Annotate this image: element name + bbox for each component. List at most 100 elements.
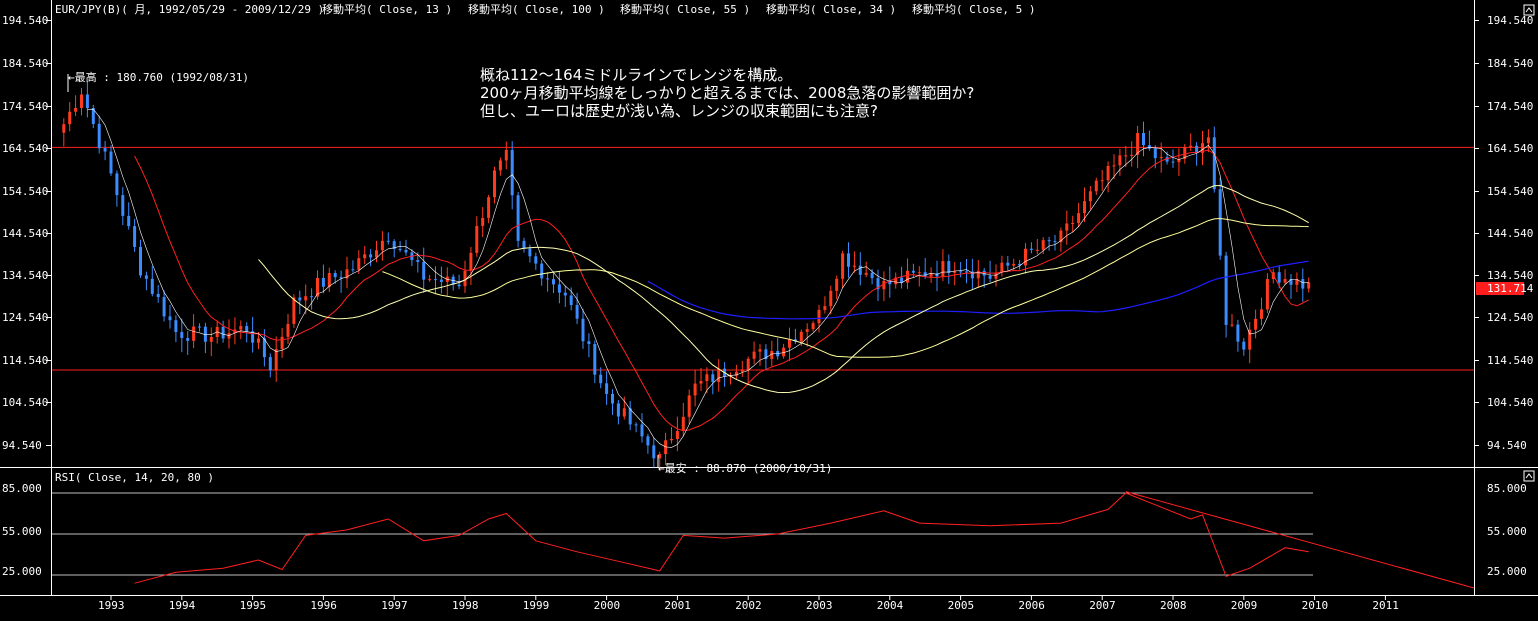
candle-body xyxy=(528,248,532,257)
price-tick-left: 184.540 xyxy=(2,57,48,70)
rsi-tick-left: 85.000 xyxy=(2,482,42,495)
candle-body xyxy=(162,297,166,317)
candle-body xyxy=(687,395,691,417)
candle-body xyxy=(563,292,567,296)
candle-body xyxy=(180,332,184,339)
price-tick-left: 144.540 xyxy=(2,227,48,240)
candle-body xyxy=(569,295,573,306)
candle-body xyxy=(150,278,154,294)
candle-body xyxy=(1088,191,1092,202)
candle-body xyxy=(1147,145,1151,149)
candle-body xyxy=(363,254,367,259)
rsi-tick-left: 55.000 xyxy=(2,525,42,538)
rsi-tick-right: 85.000 xyxy=(1487,482,1527,495)
candle-body xyxy=(498,160,502,171)
chart-stage: EUR/JPY(B)( 月, 1992/05/29 - 2009/12/29 )… xyxy=(0,0,1538,612)
candle-body xyxy=(805,329,809,332)
candle-body xyxy=(1236,324,1240,342)
candle-body xyxy=(221,326,225,339)
year-tick-label: 2010 xyxy=(1302,599,1329,612)
candle-body xyxy=(1094,180,1098,192)
candle-body xyxy=(68,111,72,125)
price-tick-right: 104.540 xyxy=(1487,396,1533,409)
candle-body xyxy=(1212,137,1216,190)
ma-series-line xyxy=(258,184,1309,394)
candle-body xyxy=(481,217,485,226)
candle-body xyxy=(634,424,638,426)
candle-body xyxy=(85,94,89,109)
candle-body xyxy=(675,431,679,439)
candle-body xyxy=(286,323,290,337)
candle-body xyxy=(1029,248,1033,250)
price-tick-left: 114.540 xyxy=(2,354,48,367)
candle-body xyxy=(870,272,874,279)
year-tick-label: 1993 xyxy=(98,599,125,612)
candle-body xyxy=(699,381,703,384)
candle-body xyxy=(746,358,750,370)
price-tick-right: 134.540 xyxy=(1487,269,1533,282)
price-tick-left: 94.540 xyxy=(2,439,42,452)
current-price-value: 131.714 xyxy=(1487,282,1534,295)
candle-body xyxy=(557,284,561,293)
price-tick-left: 124.540 xyxy=(2,311,48,324)
candle-body xyxy=(386,240,390,242)
candle-body xyxy=(717,368,721,382)
candle-body xyxy=(917,272,921,274)
candle-body xyxy=(62,124,66,133)
candle-body xyxy=(121,195,125,216)
year-tick-label: 2001 xyxy=(664,599,691,612)
candle-body xyxy=(616,403,620,417)
candle-body xyxy=(1047,240,1051,242)
rsi-panel-title: RSI( Close, 14, 20, 80 ) xyxy=(55,471,214,484)
candle-body xyxy=(841,253,845,279)
price-tick-left: 194.540 xyxy=(2,14,48,27)
candle-body xyxy=(847,253,850,267)
low-marker-label: ←最安 : 88.870 (2000/10/31) xyxy=(658,461,832,475)
candle-body xyxy=(1206,137,1210,144)
candle-body xyxy=(1112,165,1116,167)
candle-body xyxy=(1248,329,1252,350)
candle-body xyxy=(711,374,715,382)
candle-body xyxy=(186,338,190,341)
candle-body xyxy=(209,336,213,342)
candle-body xyxy=(575,305,579,319)
rsi-line xyxy=(134,492,1309,584)
year-tick-label: 1999 xyxy=(523,599,550,612)
candle-body xyxy=(1142,132,1145,146)
candle-body xyxy=(380,240,384,251)
candle-body xyxy=(1224,255,1228,325)
candle-body xyxy=(1059,230,1063,243)
rsi-axis-left: 85.000 55.000 25.000 xyxy=(2,482,42,578)
candle-body xyxy=(133,226,137,247)
year-tick-label: 2005 xyxy=(948,599,975,612)
candle-body xyxy=(1000,262,1004,273)
ma-label-5: 移動平均( Close, 5 ) xyxy=(912,2,1035,16)
candle-body xyxy=(74,107,78,112)
high-marker-label: ←最高 : 180.760 (1992/08/31) xyxy=(68,70,249,84)
candle-body xyxy=(156,293,160,298)
candle-body xyxy=(1171,161,1175,163)
candle-body xyxy=(198,326,201,328)
ma-label-55: 移動平均( Close, 55 ) xyxy=(620,2,750,16)
candle-body xyxy=(310,296,314,298)
candle-body xyxy=(1083,201,1086,214)
candle-body xyxy=(510,150,514,196)
ma-label-34: 移動平均( Close, 34 ) xyxy=(766,2,896,16)
candle-body xyxy=(375,250,378,258)
year-tick-label: 2003 xyxy=(806,599,833,612)
candle-body xyxy=(439,279,443,282)
candle-body xyxy=(540,263,544,279)
candle-body xyxy=(1077,213,1081,223)
candlesticks xyxy=(62,80,1311,471)
scroll-handle-rsi[interactable] xyxy=(1523,470,1535,482)
rsi-tick-right: 55.000 xyxy=(1487,525,1527,538)
price-axis-left: 194.540 184.540 174.540 164.540 154.540 … xyxy=(2,14,48,452)
price-tick-right: 174.540 xyxy=(1487,100,1533,113)
candle-body xyxy=(139,246,142,276)
candle-body xyxy=(1301,279,1305,289)
annotation-line-3: 但し、ユーロは歴史が浅い為、レンジの収束範囲にも注意? xyxy=(480,102,878,120)
candle-body xyxy=(239,326,243,330)
candle-body xyxy=(858,265,862,275)
candle-body xyxy=(1118,155,1122,166)
candle-body xyxy=(941,261,945,277)
